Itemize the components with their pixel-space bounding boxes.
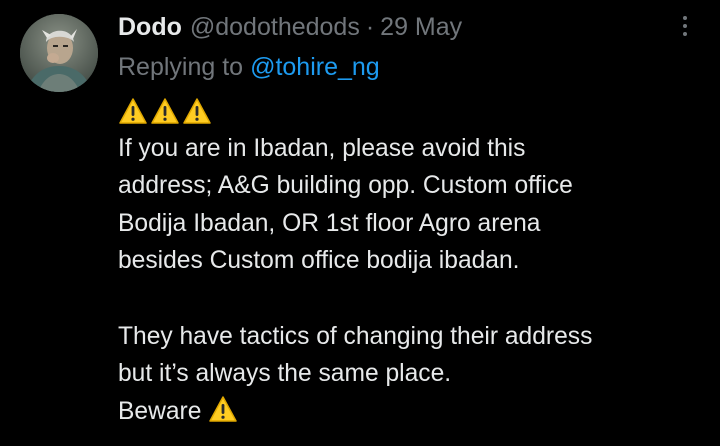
more-dot	[683, 32, 687, 36]
more-dot	[683, 16, 687, 20]
replying-to-label: Replying to	[118, 52, 244, 81]
more-dot	[683, 24, 687, 28]
tweet-text-line: besides Custom office bodija ibadan.	[118, 247, 520, 275]
beware-text: Beware	[118, 397, 202, 425]
replying-to: Replying to @tohire_ng	[118, 50, 380, 84]
author-name[interactable]: Dodo	[118, 13, 182, 42]
warning-icon	[119, 98, 147, 124]
tweet-text-line-beware: Beware	[118, 393, 708, 431]
tweet-text: If you are in Ibadan, please avoid this …	[118, 92, 708, 430]
tweet-header: Dodo @dodothedods · 29 May	[118, 10, 462, 44]
tweet-text-line: address; A&G building opp. Custom office	[118, 172, 573, 200]
warning-icon	[209, 396, 237, 422]
header-separator: ·	[365, 12, 375, 41]
tweet[interactable]: Dodo @dodothedods · 29 May Replying to @…	[0, 0, 720, 446]
warning-emoji-row	[118, 92, 708, 130]
tweet-text-line: but it’s always the same place.	[118, 360, 452, 388]
replying-to-handle-link[interactable]: @tohire_ng	[250, 53, 380, 82]
tweet-text-line: If you are in Ibadan, please avoid this	[118, 134, 526, 162]
warning-icon	[151, 98, 179, 124]
more-options-icon[interactable]	[671, 10, 699, 42]
paragraph-break	[118, 280, 708, 318]
tweet-text-line: Bodija Ibadan, OR 1st floor Agro arena	[118, 209, 541, 237]
avatar[interactable]	[20, 14, 98, 92]
tweet-date[interactable]: 29 May	[380, 13, 462, 42]
warning-icon	[183, 98, 211, 124]
author-handle[interactable]: @dodothedods	[190, 13, 360, 42]
tweet-text-line: They have tactics of changing their addr…	[118, 322, 593, 350]
